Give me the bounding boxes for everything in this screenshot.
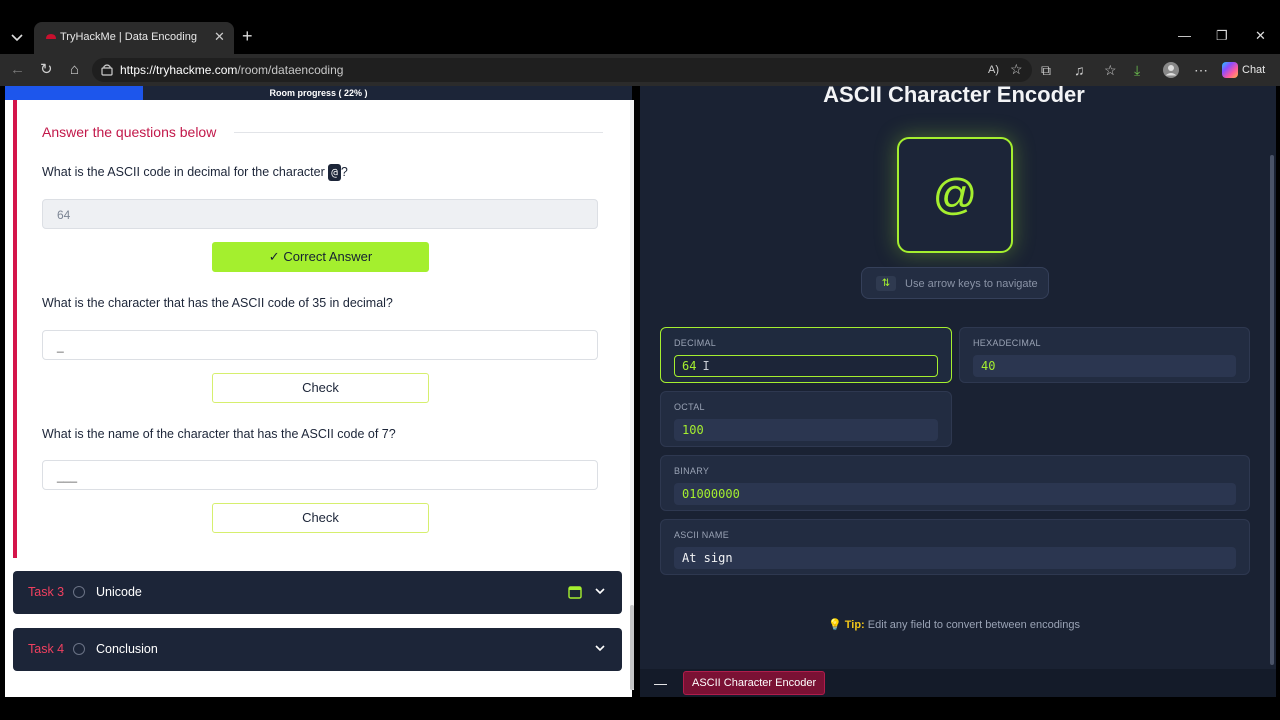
question-2-text: What is the character that has the ASCII… (42, 296, 393, 310)
ascii-name-label: ASCII NAME (674, 530, 730, 540)
right-scrollbar-thumb[interactable] (1270, 155, 1274, 665)
tryhackme-favicon-icon (46, 34, 56, 39)
tab-title: TryHackMe | Data Encoding (60, 31, 197, 43)
lightbulb-icon: 💡 (828, 619, 842, 631)
copilot-icon (1222, 62, 1238, 78)
task-3-header[interactable]: Task 3 Unicode (13, 571, 622, 614)
question-3-check-button[interactable]: Check (212, 503, 429, 533)
hexadecimal-label: HEXADECIMAL (973, 338, 1041, 348)
encoder-tip: 💡 Tip: Edit any field to convert between… (640, 618, 1268, 631)
question-2-answer-field[interactable]: _ (42, 330, 598, 360)
hexadecimal-input[interactable]: 40 (973, 355, 1236, 377)
favorites-icon[interactable]: ☆ (1104, 61, 1117, 79)
task-4-number: Task 4 (28, 642, 65, 656)
navigation-hint: ⇅ Use arrow keys to navigate (861, 267, 1049, 299)
url-field[interactable]: https://tryhackme.com/room/dataencoding … (92, 58, 1032, 82)
room-content-pane: Room progress ( 22% ) Answer the questio… (5, 86, 632, 697)
task-3-title: Unicode (96, 585, 142, 599)
task-4-header[interactable]: Task 4 Conclusion (13, 628, 622, 671)
decimal-input[interactable]: 64 I (674, 355, 938, 377)
minimize-window-icon[interactable]: — (1178, 28, 1191, 43)
url-host: https://tryhackme.com (120, 63, 238, 77)
ascii-encoder-pane: ASCII Character Encoder @ ⇅ Use arrow ke… (640, 86, 1276, 697)
read-aloud-icon[interactable]: A) (988, 61, 999, 79)
tab-actions-chevron-icon[interactable] (6, 27, 28, 49)
octal-input[interactable]: 100 (674, 419, 938, 441)
ascii-name-input[interactable]: At sign (674, 547, 1236, 569)
question-3-answer-field[interactable]: ___ (42, 460, 598, 490)
task-4-title: Conclusion (96, 642, 158, 656)
question-1-suffix: ? (340, 165, 348, 179)
task-4-status-icon (73, 643, 85, 655)
site-info-icon[interactable] (100, 63, 114, 77)
more-menu-icon[interactable]: ⋯ (1194, 61, 1208, 79)
hexadecimal-field: HEXADECIMAL 40 (959, 327, 1250, 383)
question-3-text: What is the name of the character that h… (42, 427, 396, 441)
text-cursor-icon: I (702, 359, 710, 373)
favorite-star-icon[interactable]: ☆ (1010, 60, 1023, 78)
navigation-hint-text: Use arrow keys to navigate (905, 278, 1038, 290)
media-icon[interactable]: ♫ (1074, 61, 1085, 79)
left-scrollbar-thumb[interactable] (630, 605, 634, 690)
binary-label: BINARY (674, 466, 710, 476)
profile-avatar-icon[interactable] (1162, 61, 1180, 83)
restore-window-icon[interactable]: ❐ (1216, 28, 1228, 44)
encoder-title: ASCII Character Encoder (823, 86, 1085, 107)
calendar-icon (568, 586, 582, 599)
encoder-tab[interactable]: ASCII Character Encoder (683, 671, 826, 695)
checkmark-icon: ✓ (268, 249, 280, 264)
decimal-label: DECIMAL (674, 338, 717, 348)
binary-input[interactable]: 01000000 (674, 483, 1236, 505)
question-2-check-button[interactable]: Check (212, 373, 429, 403)
tip-label: Tip: (844, 619, 865, 631)
room-progress-label: Room progress ( 22% ) (269, 88, 368, 98)
extensions-icon[interactable]: ⧉ (1041, 61, 1051, 79)
window-bottom-edge (0, 697, 1280, 720)
home-icon[interactable]: ⌂ (70, 61, 79, 79)
room-progress-bar: Room progress ( 22% ) (5, 86, 632, 100)
chat-label: Chat (1242, 63, 1266, 76)
binary-field: BINARY 01000000 (660, 455, 1250, 511)
browser-tab[interactable]: TryHackMe | Data Encoding ✕ (34, 22, 234, 54)
question-1-code: @ (328, 164, 341, 181)
decimal-value: 64 (682, 359, 697, 373)
back-icon[interactable]: ← (10, 61, 25, 79)
encoder-bottom-bar: — ASCII Character Encoder (640, 669, 1276, 697)
copilot-chat-button[interactable]: Chat (1222, 62, 1265, 78)
ascii-name-field: ASCII NAME At sign (660, 519, 1250, 575)
decimal-field: DECIMAL 64 I (660, 327, 952, 383)
octal-label: OCTAL (674, 402, 705, 412)
task-questions-panel: Answer the questions below What is the A… (13, 100, 622, 558)
reload-icon[interactable]: ↻ (40, 61, 53, 79)
task-3-status-icon (73, 586, 85, 598)
address-bar-row: ← ↻ ⌂ https://tryhackme.com/room/dataenc… (0, 54, 1280, 86)
octal-field: OCTAL 100 (660, 391, 952, 447)
url-path: /room/dataencoding (237, 63, 344, 77)
task-3-number: Task 3 (28, 585, 65, 599)
chevron-down-icon[interactable] (593, 584, 607, 598)
arrow-keys-icon: ⇅ (876, 276, 896, 291)
browser-tabstrip: TryHackMe | Data Encoding ✕ + — ❐ ✕ (0, 0, 1280, 54)
character-display: @ (897, 137, 1013, 253)
minimize-panel-icon[interactable]: — (654, 676, 667, 691)
heading-divider (234, 132, 603, 133)
correct-answer-label: Correct Answer (283, 249, 373, 264)
close-window-icon[interactable]: ✕ (1255, 28, 1266, 44)
questions-heading: Answer the questions below (42, 124, 217, 140)
question-1-answer-field: 64 (42, 199, 598, 229)
downloads-icon[interactable]: ⤓ (1134, 61, 1140, 79)
question-1-text: What is the ASCII code in decimal for th… (42, 164, 348, 181)
tip-text: Edit any field to convert between encodi… (867, 619, 1080, 631)
left-scrollbar[interactable] (630, 100, 634, 690)
chevron-down-icon[interactable] (593, 641, 607, 655)
question-1-prefix: What is the ASCII code in decimal for th… (42, 165, 329, 179)
new-tab-icon[interactable]: + (242, 26, 253, 47)
correct-answer-button: ✓ Correct Answer (212, 242, 429, 272)
tab-close-icon[interactable]: ✕ (214, 29, 225, 45)
